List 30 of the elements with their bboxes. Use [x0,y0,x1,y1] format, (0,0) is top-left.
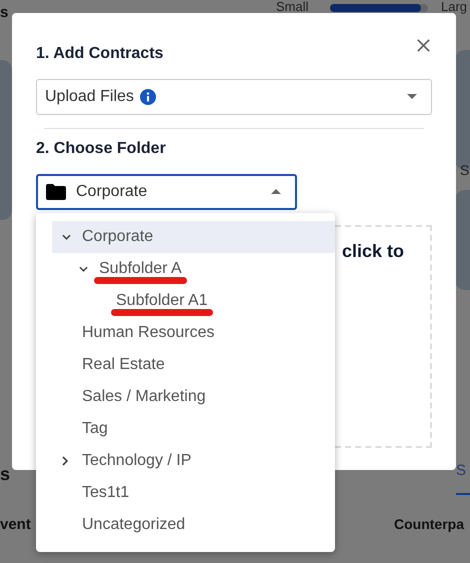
chevron-down-icon[interactable] [79,266,88,272]
folder-item[interactable]: Tes1t1 [52,477,335,509]
folder-item[interactable]: Technology / IP [52,445,335,477]
column-header: vent [0,516,31,533]
card-label: S [460,162,470,178]
folder-item[interactable]: Real Estate [52,349,335,381]
folder-item[interactable]: Corporate [52,221,335,253]
section-heading: s [0,464,10,485]
add-method-select[interactable]: Upload Files [36,79,432,115]
folder-item[interactable]: Human Resources [52,317,335,349]
page-heading: s [0,4,8,21]
section-title: 2. Choose Folder [36,140,166,159]
folder-item[interactable]: Subfolder A [52,253,335,285]
column-header: Counterpa [394,516,464,532]
dropzone-text: click to [342,241,404,262]
caret-icon [407,94,417,100]
caret-icon [271,189,281,195]
folder-item[interactable]: Subfolder A1 [52,285,335,317]
chevron-down-icon[interactable] [62,234,71,240]
folder-icon [46,184,66,200]
folder-item[interactable]: Uncategorized [52,509,335,541]
folder-item[interactable]: Tag [52,413,335,445]
info-icon[interactable] [140,89,156,105]
close-icon[interactable] [416,38,431,53]
folder-select[interactable]: Corporate [36,174,297,210]
section-title: 1. Add Contracts [36,45,164,64]
slider-label: Small [276,0,309,13]
chevron-right-icon[interactable] [62,456,68,466]
folder-item[interactable]: Sales / Marketing [52,381,335,413]
slider-label: Larg [441,0,468,13]
